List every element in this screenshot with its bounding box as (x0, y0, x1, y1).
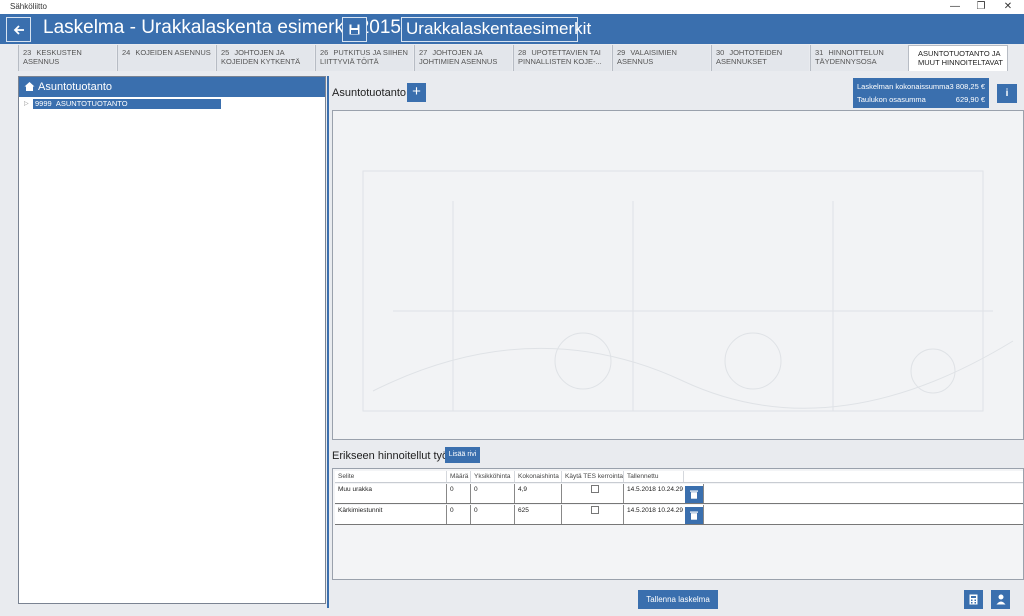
save-icon-button[interactable] (342, 17, 367, 42)
tab-label: HINNOITTELUN TÄYDENNYSOSA (815, 48, 884, 66)
tab-label: ASUNTOTUOTANTO JA MUUT HINNOITELTAVAT (918, 49, 1004, 67)
tab-label: VALAISIMIEN ASENNUS (617, 48, 677, 66)
cell-filler (703, 484, 1023, 503)
calculator-icon (969, 594, 978, 605)
cell-tes (561, 505, 623, 524)
cell-selite[interactable]: Muu urakka (335, 484, 446, 503)
cell-maara[interactable]: 0 (446, 484, 470, 503)
column-header[interactable]: Tallennettu (623, 471, 683, 482)
minimize-button[interactable]: — (941, 0, 969, 14)
delete-row-button[interactable] (685, 486, 703, 503)
home-icon (24, 82, 35, 91)
user-button[interactable] (991, 590, 1010, 609)
tab-asuntotuotanto[interactable]: ASUNTOTUOTANTO JA MUUT HINNOITELTAVAT (908, 45, 1008, 71)
os-title-bar: Sähköliitto — ❐ ✕ (0, 0, 1024, 14)
close-window-button[interactable]: ✕ (994, 0, 1022, 14)
delete-row-button[interactable] (685, 507, 703, 524)
items-area (332, 110, 1024, 440)
os-window-title: Sähköliitto (10, 2, 47, 11)
tree-panel-title: Asuntotuotanto (38, 81, 113, 93)
calculator-button[interactable] (964, 590, 983, 609)
blueprint-watermark (362, 170, 1014, 412)
category-tabs: 23 KESKUSTEN ASENNUS 24 KOJEIDEN ASENNUS 2… (18, 44, 1024, 72)
cell-kokonaishinta[interactable]: 4,9 (514, 484, 561, 503)
total-sum-value: 3 808,25 € (949, 82, 985, 91)
tab-31[interactable]: 31 HINNOITTELUN TÄYDENNYSOSA (810, 45, 908, 71)
column-header[interactable]: Selite (335, 471, 446, 482)
calculation-name-field[interactable]: Urakkalaskentaesimerkit (401, 17, 591, 42)
expand-arrow-icon[interactable]: ▷ (24, 100, 29, 107)
cell-selite[interactable]: Kärkimiestunnit (335, 505, 446, 524)
tab-label: JOHTOJEN JA KOJEIDEN KYTKENTÄ (221, 48, 301, 66)
separately-priced-title: Erikseen hinnoitellut työt (332, 450, 452, 462)
back-button[interactable] (6, 17, 31, 42)
table-header: Selite Määrä Yksikköhinta Kokonaishinta … (335, 471, 1023, 483)
add-row-button[interactable]: Lisää rivi (445, 447, 480, 463)
column-header[interactable]: Kokonaishinta (514, 471, 561, 482)
panel-splitter[interactable] (327, 76, 329, 608)
tree-item-9999[interactable]: 9999 ASUNTOTUOTANTO (33, 99, 221, 109)
tes-checkbox[interactable] (591, 485, 599, 493)
tab-number: 30 (716, 48, 725, 57)
tab-label: KOJEIDEN ASENNUS (135, 48, 211, 57)
save-calculation-button[interactable]: Tallenna laskelma (638, 590, 718, 609)
app-header: Laskelma - Urakkalaskenta esimerkit 2015… (0, 14, 1024, 44)
tab-25[interactable]: 25 JOHTOJEN JA KOJEIDEN KYTKENTÄ (216, 45, 314, 71)
floppy-icon (349, 24, 360, 35)
tab-29[interactable]: 29 VALAISIMIEN ASENNUS (612, 45, 710, 71)
tab-number: 26 (320, 48, 329, 57)
tree-row[interactable]: ▷ 9999 ASUNTOTUOTANTO (23, 99, 233, 109)
tab-label: JOHTOTEIDEN ASENNUKSET (716, 48, 783, 66)
tab-30[interactable]: 30 JOHTOTEIDEN ASENNUKSET (711, 45, 809, 71)
tree-panel-header: Asuntotuotanto (19, 77, 325, 97)
tab-label: JOHTOJEN JA JOHTIMIEN ASENNUS (419, 48, 498, 66)
trash-icon (690, 511, 698, 520)
cell-kokonaishinta[interactable]: 625 (514, 505, 561, 524)
restore-button[interactable]: ❐ (967, 0, 995, 14)
table-row[interactable]: Muu urakka 0 0 4,9 14.5.2018 10.24.29 (335, 484, 1023, 504)
calculation-summary: Laskelman kokonaissumma 3 808,25 € Taulu… (853, 78, 989, 108)
tab-number: 28 (518, 48, 527, 57)
cell-yksikkohinta[interactable]: 0 (470, 484, 514, 503)
tab-28[interactable]: 28 UPOTETTAVIEN TAI PINNALLISTEN KOJE-... (513, 45, 611, 71)
separately-priced-table: Selite Määrä Yksikköhinta Kokonaishinta … (332, 468, 1024, 580)
tree-item-label: ASUNTOTUOTANTO (55, 99, 128, 108)
tab-label: UPOTETTAVIEN TAI PINNALLISTEN KOJE-... (518, 48, 602, 66)
category-tree-panel: Asuntotuotanto ▷ 9999 ASUNTOTUOTANTO (18, 76, 326, 604)
tab-number: 31 (815, 48, 824, 57)
tab-27[interactable]: 27 JOHTOJEN JA JOHTIMIEN ASENNUS (414, 45, 512, 71)
user-icon (996, 594, 1006, 605)
column-header[interactable]: Määrä (446, 471, 470, 482)
tab-label: PUTKITUS JA SIIHEN LIITTYVIÄ TÖITÄ (320, 48, 408, 66)
column-header[interactable]: Käytä TES kerrointa (561, 471, 623, 482)
tab-number: 24 (122, 48, 131, 57)
tab-23[interactable]: 23 KESKUSTEN ASENNUS (18, 45, 116, 71)
arrow-left-icon (13, 25, 24, 35)
tree-item-code: 9999 (35, 99, 52, 108)
trash-icon (690, 490, 698, 499)
partial-sum-label: Taulukon osasumma (857, 95, 926, 104)
add-button[interactable]: + (407, 83, 426, 102)
tab-26[interactable]: 26 PUTKITUS JA SIIHEN LIITTYVIÄ TÖITÄ (315, 45, 413, 71)
tab-number: 27 (419, 48, 428, 57)
tab-number: 29 (617, 48, 626, 57)
total-sum-label: Laskelman kokonaissumma (857, 82, 950, 91)
table-row[interactable]: Kärkimiestunnit 0 0 625 14.5.2018 10.24.… (335, 505, 1023, 525)
section-title: Asuntotuotanto (332, 87, 407, 99)
tes-checkbox[interactable] (591, 506, 599, 514)
tab-number: 23 (23, 48, 32, 57)
tab-24[interactable]: 24 KOJEIDEN ASENNUS (117, 45, 215, 71)
column-header[interactable]: Yksikköhinta (470, 471, 514, 482)
cell-yksikkohinta[interactable]: 0 (470, 505, 514, 524)
info-button[interactable]: i (997, 84, 1017, 103)
cell-filler (703, 505, 1023, 524)
cell-maara[interactable]: 0 (446, 505, 470, 524)
cell-tes (561, 484, 623, 503)
cell-tallennettu: 14.5.2018 10.24.29 (623, 505, 683, 524)
column-header-actions (683, 471, 703, 482)
cell-tallennettu: 14.5.2018 10.24.29 (623, 484, 683, 503)
tab-number: 25 (221, 48, 230, 57)
tab-label: KESKUSTEN ASENNUS (23, 48, 82, 66)
partial-sum-value: 629,90 € (955, 95, 985, 104)
